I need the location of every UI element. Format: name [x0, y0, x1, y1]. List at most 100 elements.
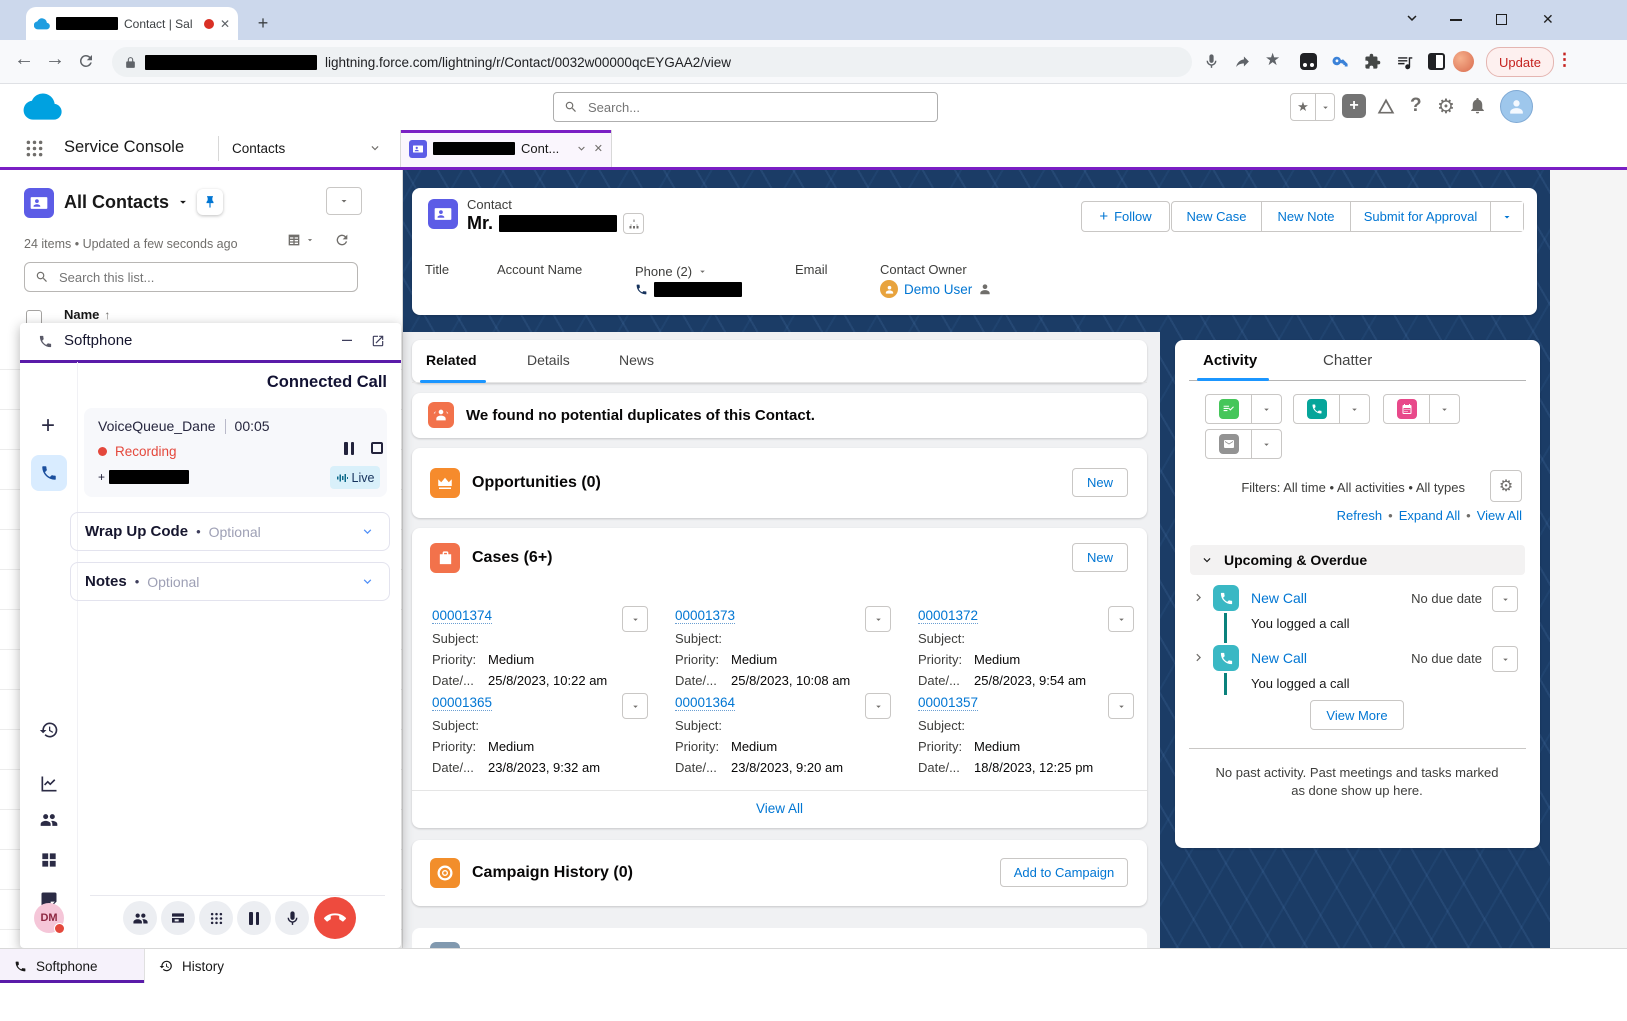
timeline-item-menu-button[interactable]: [1492, 646, 1518, 672]
email-dropdown[interactable]: [1251, 430, 1281, 458]
bookmark-star-icon[interactable]: ★: [1265, 50, 1280, 70]
transfer-device-button[interactable]: [161, 901, 195, 935]
timeline-item-menu-button[interactable]: [1492, 586, 1518, 612]
new-event-button[interactable]: [1384, 395, 1429, 423]
timeline-expand-chevron-icon[interactable]: [1191, 590, 1206, 605]
share-icon[interactable]: [1234, 53, 1251, 70]
global-search-input[interactable]: [586, 99, 927, 116]
case-row-menu-button[interactable]: [865, 693, 891, 719]
refresh-list-icon[interactable]: [334, 232, 350, 248]
change-owner-icon[interactable]: [978, 282, 992, 296]
browser-tab[interactable]: Contact | Sal ✕: [26, 7, 238, 40]
case-number-link[interactable]: 00001372: [918, 608, 978, 624]
notes-section[interactable]: Notes • Optional: [70, 562, 390, 601]
cases-title[interactable]: Cases (6+): [472, 549, 553, 567]
extensions-puzzle-icon[interactable]: [1364, 53, 1381, 70]
tab-chatter[interactable]: Chatter: [1323, 352, 1372, 369]
refresh-link[interactable]: Refresh: [1337, 508, 1383, 523]
playlist-extension-icon[interactable]: [1396, 53, 1413, 70]
expand-all-link[interactable]: Expand All: [1399, 508, 1460, 523]
task-dropdown[interactable]: [1251, 395, 1281, 423]
rail-phone-tab[interactable]: [31, 455, 67, 491]
list-view-title[interactable]: All Contacts: [64, 192, 169, 213]
rail-add-button[interactable]: +: [41, 412, 55, 440]
favorites-button-group[interactable]: ★: [1290, 93, 1335, 121]
filters-gear-button[interactable]: ⚙: [1490, 470, 1522, 502]
extension-boxes-icon[interactable]: [1300, 53, 1317, 70]
case-row-menu-button[interactable]: [622, 606, 648, 632]
nav-tab-contacts[interactable]: Contacts: [232, 130, 285, 167]
password-key-extension-icon[interactable]: [1332, 53, 1349, 70]
global-actions-button[interactable]: +: [1342, 94, 1366, 118]
agent-avatar[interactable]: DM: [34, 903, 64, 933]
expand-chevron-icon[interactable]: [360, 574, 375, 589]
back-icon[interactable]: ←: [14, 48, 34, 71]
redacted-phone-value[interactable]: [654, 282, 742, 297]
tab-related[interactable]: Related: [426, 352, 477, 368]
timeline-item-title[interactable]: New Call: [1251, 650, 1307, 666]
case-row-menu-button[interactable]: [1108, 606, 1134, 632]
upcoming-overdue-header[interactable]: Upcoming & Overdue: [1190, 545, 1525, 575]
tab-activity[interactable]: Activity: [1203, 352, 1257, 369]
new-task-button[interactable]: [1206, 395, 1251, 423]
opportunities-title[interactable]: Opportunities (0): [472, 474, 601, 492]
timeline-item-title[interactable]: New Call: [1251, 590, 1307, 606]
nav-tab-chevron-icon[interactable]: [368, 141, 382, 155]
user-avatar[interactable]: [1500, 90, 1533, 123]
voice-search-mic-icon[interactable]: [1203, 53, 1220, 70]
transfer-call-button[interactable]: [123, 901, 157, 935]
browser-menu-kebab-icon[interactable]: ⋮: [1556, 50, 1573, 70]
rail-history-icon[interactable]: [39, 720, 59, 740]
new-case-related-button[interactable]: New: [1072, 543, 1128, 572]
subtab-chevron-icon[interactable]: [575, 142, 588, 155]
case-number-link[interactable]: 00001365: [432, 695, 492, 711]
notifications-bell-icon[interactable]: [1468, 96, 1487, 115]
pin-button[interactable]: [197, 189, 223, 215]
pause-recording-icon[interactable]: [344, 442, 354, 455]
dialpad-button[interactable]: [199, 901, 233, 935]
mute-button[interactable]: [275, 901, 309, 935]
list-search-input[interactable]: [57, 269, 347, 286]
case-row-menu-button[interactable]: [622, 693, 648, 719]
tab-news[interactable]: News: [619, 352, 654, 368]
window-maximize-icon[interactable]: [1496, 14, 1507, 25]
softphone-popout-icon[interactable]: [371, 334, 385, 348]
trailhead-icon[interactable]: [1376, 96, 1396, 116]
new-opportunity-button[interactable]: New: [1072, 468, 1128, 497]
activity-view-all-link[interactable]: View All: [1477, 508, 1522, 523]
view-hierarchy-button[interactable]: [623, 213, 644, 234]
subtab-close-icon[interactable]: ✕: [594, 142, 603, 155]
case-number-link[interactable]: 00001357: [918, 695, 978, 711]
wrap-up-code-section[interactable]: Wrap Up Code • Optional: [70, 512, 390, 551]
more-actions-dropdown[interactable]: [1490, 202, 1523, 231]
end-call-button[interactable]: [314, 897, 356, 939]
reload-icon[interactable]: [77, 52, 95, 70]
list-actions-dropdown[interactable]: [326, 187, 362, 215]
hold-call-button[interactable]: [237, 901, 271, 935]
event-dropdown[interactable]: [1429, 395, 1459, 423]
favorite-star-icon[interactable]: ★: [1291, 94, 1315, 120]
log-call-button[interactable]: [1294, 395, 1339, 423]
list-search-box[interactable]: [24, 262, 358, 292]
softphone-minimize-icon[interactable]: –: [342, 329, 352, 350]
case-number-link[interactable]: 00001374: [432, 608, 492, 624]
campaign-title[interactable]: Campaign History (0): [472, 864, 633, 882]
tab-details[interactable]: Details: [527, 352, 570, 368]
url-bar[interactable]: lightning.force.com/lightning/r/Contact/…: [112, 47, 1192, 77]
rail-stats-icon[interactable]: [39, 774, 59, 794]
rail-agents-icon[interactable]: [39, 810, 59, 830]
timeline-expand-chevron-icon[interactable]: [1191, 650, 1206, 665]
browser-update-button[interactable]: Update: [1486, 47, 1554, 77]
column-header-name[interactable]: Name: [64, 307, 99, 322]
dock-history-tab[interactable]: History: [145, 949, 295, 983]
subtab-contact[interactable]: Cont... ✕: [400, 130, 612, 167]
help-icon[interactable]: ?: [1410, 95, 1422, 117]
forward-icon[interactable]: →: [45, 48, 65, 71]
tab-close-icon[interactable]: ✕: [220, 17, 230, 31]
new-tab-button[interactable]: +: [252, 12, 274, 34]
call-dropdown[interactable]: [1339, 395, 1369, 423]
app-launcher-icon[interactable]: [24, 138, 45, 159]
window-menu-chevron-icon[interactable]: [1403, 9, 1421, 27]
phone-field-chevron-icon[interactable]: [697, 266, 708, 277]
owner-link[interactable]: Demo User: [904, 282, 972, 297]
